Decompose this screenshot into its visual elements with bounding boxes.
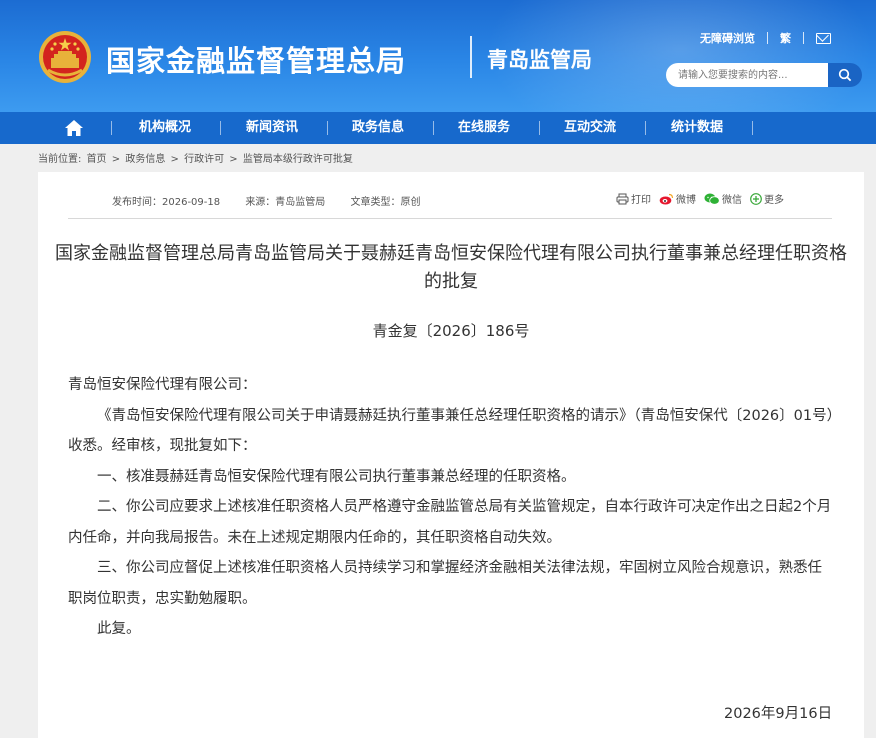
- more-label: 更多: [764, 195, 784, 206]
- national-emblem-icon[interactable]: [38, 30, 92, 84]
- nav-item-interaction[interactable]: 互动交流: [564, 112, 616, 144]
- weibo-icon: [659, 193, 674, 204]
- meta-divider: [68, 218, 832, 219]
- breadcrumb-label: 当前位置:: [38, 154, 82, 165]
- mail-icon[interactable]: [816, 32, 831, 44]
- branch-title[interactable]: 青岛监管局: [487, 44, 592, 74]
- paragraph: 三、你公司应督促上述核准任职资格人员持续学习和掌握经济金融相关法律法规，牢固树立…: [68, 560, 822, 607]
- print-button[interactable]: 打印: [616, 191, 651, 206]
- salutation: 青岛恒安保险代理有限公司：: [68, 377, 257, 393]
- document-date: 2026年9月16日: [724, 706, 833, 722]
- nav-divider: [645, 121, 646, 135]
- wechat-icon: [704, 193, 720, 205]
- search-input[interactable]: [666, 63, 830, 87]
- article-type: 文章类型：原创: [350, 197, 421, 208]
- share-bar: 打印 微博 微信 更多: [616, 191, 792, 206]
- breadcrumb-item-home[interactable]: 首页: [87, 154, 107, 165]
- breadcrumb-item-admin-licensing[interactable]: 行政许可: [184, 154, 224, 165]
- breadcrumb-separator: >: [229, 154, 238, 165]
- article-source: 来源：青岛监管局: [245, 197, 326, 208]
- site-header: 国家金融监督管理总局 青岛监管局 无障碍浏览 繁: [0, 0, 876, 112]
- search-box: [666, 63, 862, 87]
- paragraph: 二、你公司应要求上述核准任职资格人员严格遵守金融监管总局有关监管规定，自本行政许…: [68, 499, 832, 546]
- breadcrumb-item-current[interactable]: 监管局本级行政许可批复: [243, 154, 353, 165]
- weibo-share-button[interactable]: 微博: [659, 191, 696, 206]
- article-panel: 发布时间：2026-09-18 来源：青岛监管局 文章类型：原创 打印 微博 微…: [38, 172, 864, 738]
- breadcrumb-separator: >: [111, 154, 121, 165]
- document-body: 青岛恒安保险代理有限公司： 《青岛恒安保险代理有限公司关于申请聂赫廷执行董事兼任…: [68, 370, 834, 645]
- nav-item-about[interactable]: 机构概况: [139, 112, 191, 144]
- publish-time: 发布时间：2026-09-18: [112, 197, 221, 208]
- paragraph: 《青岛恒安保险代理有限公司关于申请聂赫廷执行董事兼任总经理任职资格的请示》（青岛…: [68, 407, 834, 455]
- nav-divider: [539, 121, 540, 135]
- accessibility-link[interactable]: 无障碍浏览: [700, 30, 755, 46]
- link-divider: [803, 32, 804, 44]
- weibo-label: 微博: [676, 195, 696, 206]
- nav-item-statistics[interactable]: 统计数据: [671, 112, 723, 144]
- nav-divider: [433, 121, 434, 135]
- document-number: 青金复〔2026〕186号: [372, 322, 530, 340]
- article-meta: 发布时间：2026-09-18 来源：青岛监管局 文章类型：原创: [112, 193, 443, 208]
- top-links: 无障碍浏览 繁: [700, 30, 831, 46]
- search-button[interactable]: [828, 63, 862, 87]
- title-divider: [470, 36, 472, 78]
- breadcrumb-item-government-info[interactable]: 政务信息: [125, 154, 165, 165]
- site-title[interactable]: 国家金融监督管理总局: [106, 38, 406, 80]
- wechat-share-button[interactable]: 微信: [704, 191, 742, 206]
- nav-divider: [111, 121, 112, 135]
- more-share-button[interactable]: 更多: [750, 191, 784, 206]
- nav-divider: [752, 121, 753, 135]
- wechat-label: 微信: [722, 195, 742, 206]
- search-icon: [838, 68, 852, 82]
- traditional-chinese-link[interactable]: 繁: [780, 30, 791, 46]
- home-icon[interactable]: [64, 119, 84, 137]
- nav-item-news[interactable]: 新闻资讯: [246, 112, 298, 144]
- nav-item-online-services[interactable]: 在线服务: [458, 112, 510, 144]
- document-title: 国家金融监督管理总局青岛监管局关于聂赫廷青岛恒安保险代理有限公司执行董事兼总经理…: [55, 243, 847, 292]
- nav-divider: [327, 121, 328, 135]
- breadcrumb-separator: >: [170, 154, 179, 165]
- printer-icon: [616, 193, 629, 204]
- nav-divider: [220, 121, 221, 135]
- print-label: 打印: [631, 195, 651, 206]
- breadcrumb: 当前位置: 首页 > 政务信息 > 行政许可 > 监管局本级行政许可批复: [38, 150, 355, 165]
- paragraph: 此复。: [97, 621, 141, 637]
- link-divider: [767, 32, 768, 44]
- paragraph: 一、核准聂赫廷青岛恒安保险代理有限公司执行董事兼总经理的任职资格。: [97, 468, 576, 485]
- nav-item-government-info[interactable]: 政务信息: [352, 112, 404, 144]
- plus-circle-icon: [750, 192, 762, 205]
- main-nav: 机构概况 新闻资讯 政务信息 在线服务 互动交流 统计数据: [0, 112, 876, 144]
